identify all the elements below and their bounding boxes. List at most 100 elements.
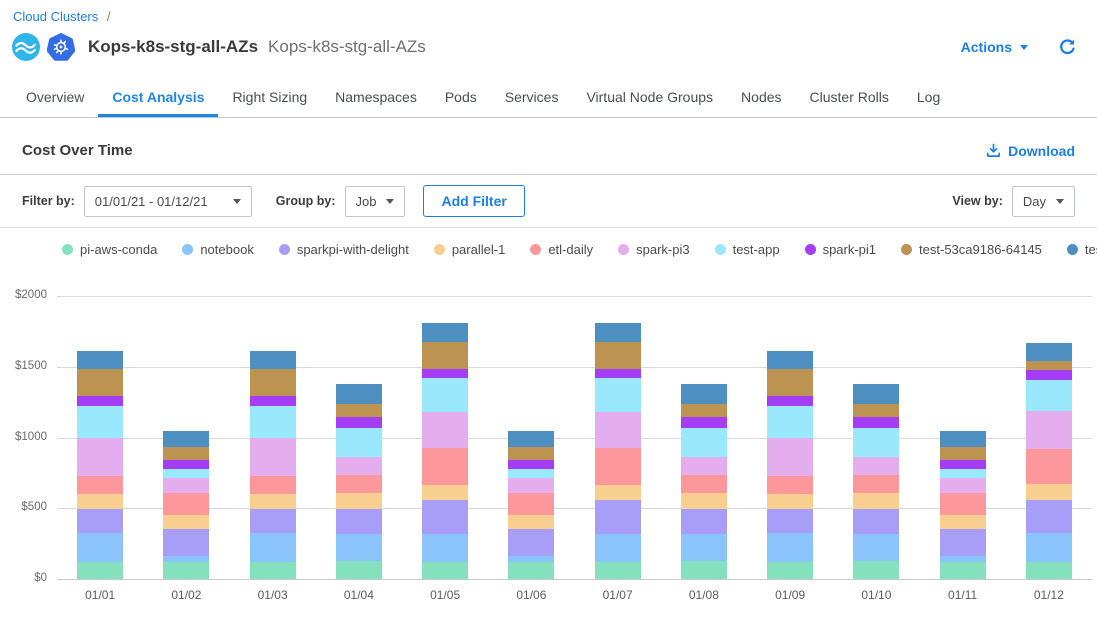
bar-segment-etl-daily[interactable] bbox=[940, 493, 986, 515]
bar-segment-test-app[interactable] bbox=[940, 469, 986, 478]
bar-segment-etl-daily[interactable] bbox=[422, 448, 468, 485]
bar-segment-spark-pi3[interactable] bbox=[767, 438, 813, 476]
bar-segment-spark-pi3[interactable] bbox=[422, 412, 468, 448]
bar-segment-test-53ca9186-64145[interactable] bbox=[163, 447, 209, 460]
tab-cost-analysis[interactable]: Cost Analysis bbox=[98, 79, 218, 117]
bar-segment-test-app[interactable] bbox=[595, 378, 641, 412]
bar-segment-parallel-1[interactable] bbox=[595, 485, 641, 500]
bar-segment-notebook[interactable] bbox=[77, 533, 123, 562]
actions-button[interactable]: Actions bbox=[961, 39, 1028, 55]
tab-services[interactable]: Services bbox=[491, 79, 573, 117]
bar-segment-etl-daily[interactable] bbox=[163, 493, 209, 515]
bar-segment-test-pkix[interactable] bbox=[940, 431, 986, 447]
bar-segment-parallel-1[interactable] bbox=[163, 515, 209, 529]
refresh-button[interactable] bbox=[1058, 38, 1077, 57]
bar-segment-notebook[interactable] bbox=[422, 534, 468, 562]
bar-segment-pi-aws-conda[interactable] bbox=[1026, 562, 1072, 579]
bar-segment-spark-pi1[interactable] bbox=[595, 369, 641, 378]
bar-segment-spark-pi1[interactable] bbox=[767, 396, 813, 406]
bar-segment-test-pkix[interactable] bbox=[250, 351, 296, 369]
bar-segment-spark-pi1[interactable] bbox=[163, 460, 209, 469]
group-by-select[interactable]: Job bbox=[345, 186, 406, 217]
bar-segment-test-app[interactable] bbox=[853, 428, 899, 457]
bar-segment-parallel-1[interactable] bbox=[422, 485, 468, 500]
bar-01-05[interactable] bbox=[422, 323, 468, 579]
bar-segment-sparkpi-with-delight[interactable] bbox=[336, 509, 382, 534]
bar-segment-notebook[interactable] bbox=[1026, 533, 1072, 562]
bar-segment-notebook[interactable] bbox=[681, 534, 727, 562]
bar-segment-parallel-1[interactable] bbox=[853, 493, 899, 509]
bar-segment-spark-pi3[interactable] bbox=[508, 478, 554, 494]
bar-segment-sparkpi-with-delight[interactable] bbox=[595, 500, 641, 535]
bar-segment-test-53ca9186-64145[interactable] bbox=[767, 369, 813, 396]
bar-01-08[interactable] bbox=[681, 384, 727, 579]
bar-segment-spark-pi3[interactable] bbox=[163, 478, 209, 494]
bar-segment-pi-aws-conda[interactable] bbox=[77, 562, 123, 579]
bar-segment-parallel-1[interactable] bbox=[336, 493, 382, 509]
bar-segment-sparkpi-with-delight[interactable] bbox=[422, 500, 468, 535]
breadcrumb-link-cloud-clusters[interactable]: Cloud Clusters bbox=[13, 9, 98, 24]
bar-segment-parallel-1[interactable] bbox=[681, 493, 727, 509]
bar-segment-test-53ca9186-64145[interactable] bbox=[336, 404, 382, 417]
bar-segment-notebook[interactable] bbox=[767, 533, 813, 562]
bar-segment-etl-daily[interactable] bbox=[77, 476, 123, 494]
bar-segment-sparkpi-with-delight[interactable] bbox=[163, 529, 209, 555]
bar-segment-test-53ca9186-64145[interactable] bbox=[250, 369, 296, 396]
bar-segment-test-53ca9186-64145[interactable] bbox=[853, 404, 899, 417]
tab-virtual-node-groups[interactable]: Virtual Node Groups bbox=[572, 79, 727, 117]
tab-nodes[interactable]: Nodes bbox=[727, 79, 795, 117]
tab-pods[interactable]: Pods bbox=[431, 79, 491, 117]
bar-segment-pi-aws-conda[interactable] bbox=[336, 561, 382, 579]
legend-item-spark-pi3[interactable]: spark-pi3 bbox=[618, 242, 689, 257]
bar-segment-sparkpi-with-delight[interactable] bbox=[508, 529, 554, 555]
bar-segment-parallel-1[interactable] bbox=[77, 494, 123, 509]
bar-segment-parallel-1[interactable] bbox=[250, 494, 296, 509]
bar-segment-spark-pi1[interactable] bbox=[336, 417, 382, 428]
legend-item-parallel-1[interactable]: parallel-1 bbox=[434, 242, 505, 257]
bar-segment-test-53ca9186-64145[interactable] bbox=[508, 447, 554, 460]
bar-segment-parallel-1[interactable] bbox=[767, 494, 813, 509]
legend-item-test-pkix[interactable]: test-pkix bbox=[1067, 242, 1097, 257]
tab-cluster-rolls[interactable]: Cluster Rolls bbox=[796, 79, 903, 117]
bar-01-02[interactable] bbox=[163, 431, 209, 579]
bar-segment-test-53ca9186-64145[interactable] bbox=[681, 404, 727, 417]
bar-segment-test-app[interactable] bbox=[77, 406, 123, 439]
bar-segment-pi-aws-conda[interactable] bbox=[940, 562, 986, 579]
bar-segment-test-pkix[interactable] bbox=[422, 323, 468, 341]
bar-segment-spark-pi3[interactable] bbox=[1026, 411, 1072, 449]
bar-01-03[interactable] bbox=[250, 351, 296, 579]
bar-segment-spark-pi1[interactable] bbox=[853, 417, 899, 428]
bar-segment-test-app[interactable] bbox=[681, 428, 727, 457]
bar-segment-spark-pi1[interactable] bbox=[508, 460, 554, 469]
tab-log[interactable]: Log bbox=[903, 79, 954, 117]
bar-segment-test-53ca9186-64145[interactable] bbox=[77, 369, 123, 396]
bar-01-01[interactable] bbox=[77, 351, 123, 579]
bar-segment-spark-pi1[interactable] bbox=[250, 396, 296, 406]
bar-segment-pi-aws-conda[interactable] bbox=[767, 562, 813, 579]
bar-01-06[interactable] bbox=[508, 431, 554, 579]
bar-segment-test-pkix[interactable] bbox=[1026, 343, 1072, 361]
bar-segment-spark-pi1[interactable] bbox=[77, 396, 123, 406]
bar-segment-sparkpi-with-delight[interactable] bbox=[250, 509, 296, 533]
bar-segment-test-pkix[interactable] bbox=[595, 323, 641, 341]
bar-segment-etl-daily[interactable] bbox=[767, 476, 813, 494]
bar-segment-pi-aws-conda[interactable] bbox=[853, 561, 899, 579]
add-filter-button[interactable]: Add Filter bbox=[423, 185, 524, 217]
bar-segment-parallel-1[interactable] bbox=[508, 515, 554, 529]
bar-segment-spark-pi3[interactable] bbox=[336, 457, 382, 475]
bar-segment-spark-pi1[interactable] bbox=[1026, 370, 1072, 380]
bar-segment-sparkpi-with-delight[interactable] bbox=[767, 509, 813, 533]
bar-segment-notebook[interactable] bbox=[336, 534, 382, 562]
legend-item-pi-aws-conda[interactable]: pi-aws-conda bbox=[62, 242, 157, 257]
bar-segment-pi-aws-conda[interactable] bbox=[250, 562, 296, 579]
bar-segment-etl-daily[interactable] bbox=[853, 475, 899, 493]
bar-segment-parallel-1[interactable] bbox=[940, 515, 986, 529]
bar-segment-etl-daily[interactable] bbox=[595, 448, 641, 485]
bar-segment-notebook[interactable] bbox=[595, 534, 641, 562]
bar-segment-sparkpi-with-delight[interactable] bbox=[853, 509, 899, 534]
bar-segment-test-app[interactable] bbox=[422, 378, 468, 412]
legend-item-notebook[interactable]: notebook bbox=[182, 242, 254, 257]
bar-segment-test-pkix[interactable] bbox=[681, 384, 727, 404]
tab-right-sizing[interactable]: Right Sizing bbox=[218, 79, 321, 117]
bar-segment-etl-daily[interactable] bbox=[681, 475, 727, 493]
